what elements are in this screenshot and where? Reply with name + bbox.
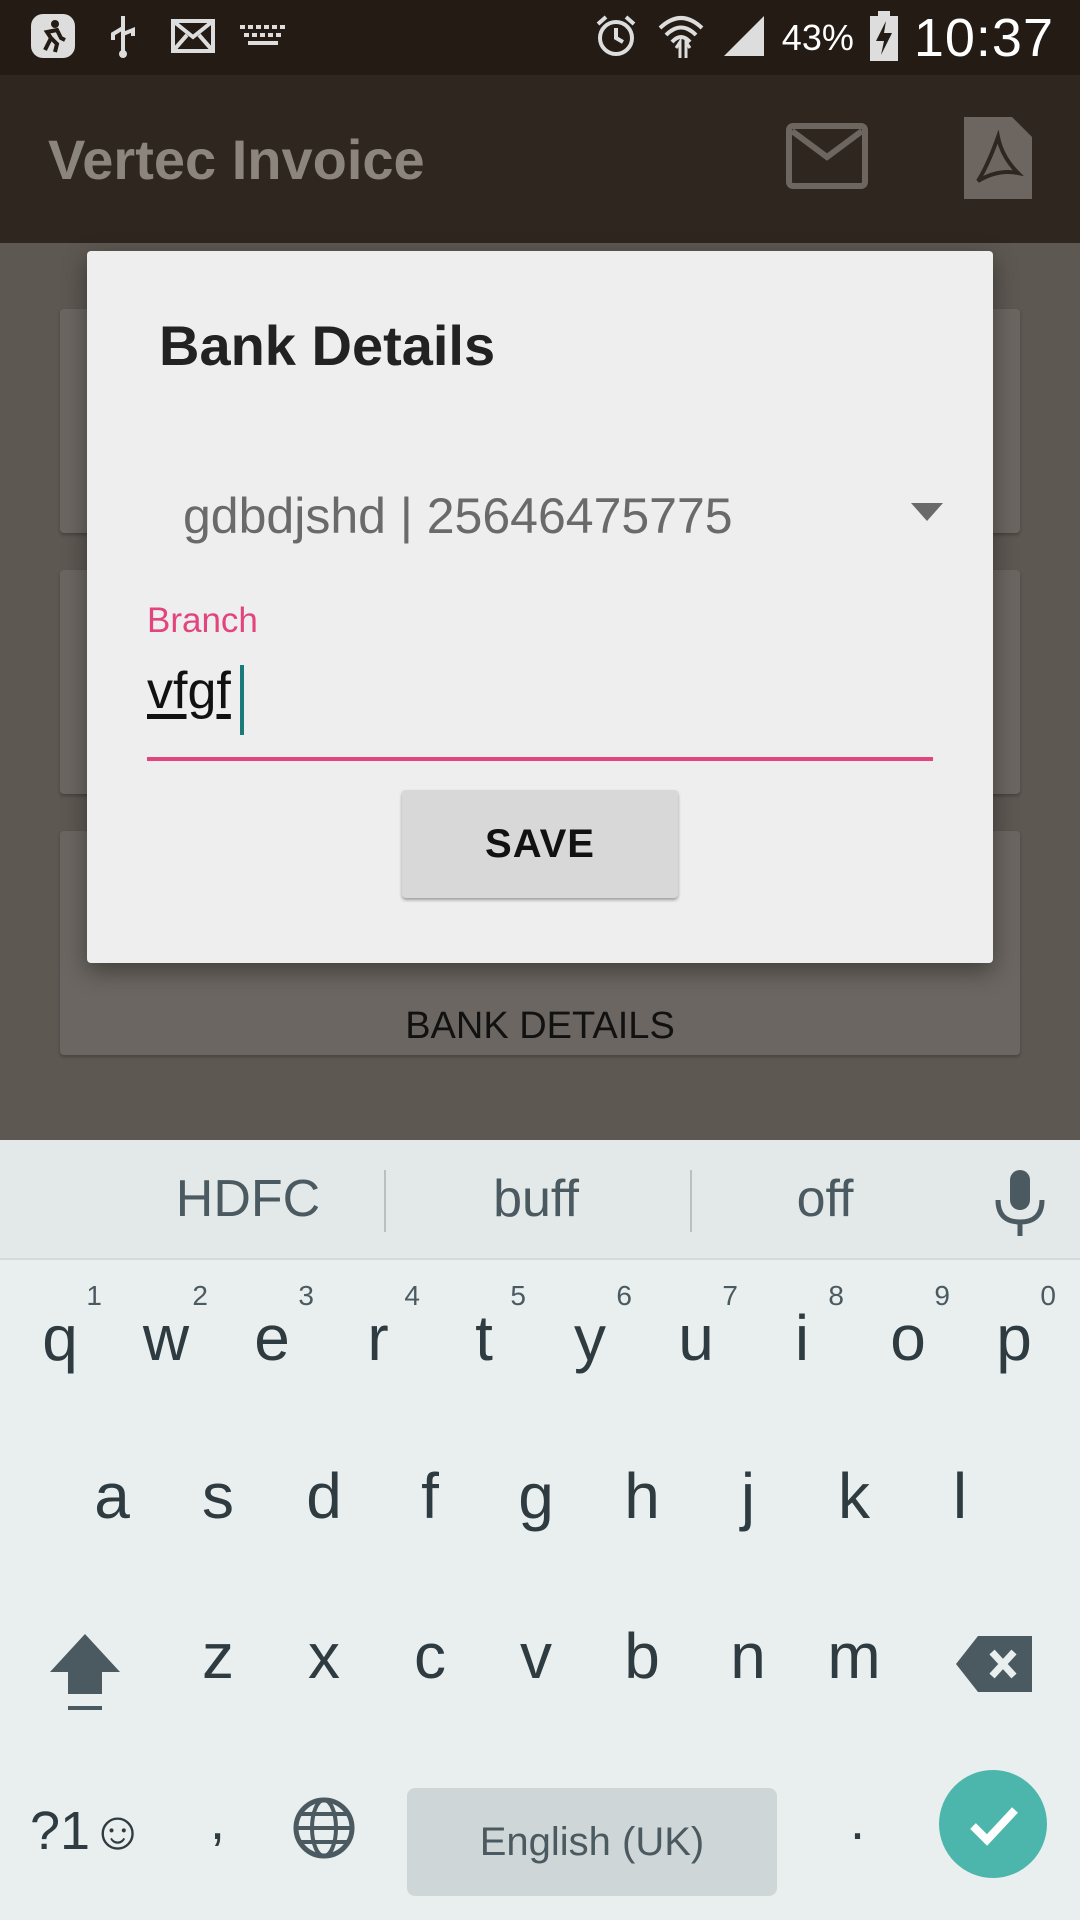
app-title: Vertec Invoice (48, 128, 425, 191)
keyboard-icon (240, 12, 286, 60)
text-cursor (240, 665, 244, 735)
suggestion-strip: HDFC buff off (0, 1140, 1080, 1260)
mic-icon (995, 1170, 1045, 1236)
suggestion-1[interactable]: HDFC (130, 1140, 366, 1258)
key-c[interactable]: c (382, 1576, 478, 1726)
key-t[interactable]: t5 (436, 1258, 532, 1408)
branch-label: Branch (147, 601, 258, 640)
key-v[interactable]: v (488, 1576, 584, 1726)
account-spinner-value: gdbdjshd | 25646475775 (183, 488, 733, 544)
key-a[interactable]: a (64, 1416, 160, 1566)
mail-action-button[interactable] (786, 123, 868, 194)
suggestion-3[interactable]: off (720, 1140, 930, 1258)
space-bar[interactable]: English (UK) (407, 1788, 777, 1896)
key-f[interactable]: f (382, 1416, 478, 1566)
mail-icon (786, 123, 868, 189)
shift-key[interactable] (48, 1632, 122, 1721)
signal-icon (722, 14, 766, 63)
pdf-action-button[interactable] (964, 117, 1032, 204)
key-k[interactable]: k (806, 1416, 902, 1566)
usb-icon (100, 12, 146, 60)
app-bar: Vertec Invoice (0, 75, 1080, 243)
pdf-icon (964, 117, 1032, 199)
key-g[interactable]: g (488, 1416, 584, 1566)
key-e[interactable]: e3 (224, 1258, 320, 1408)
key-q[interactable]: q1 (12, 1258, 108, 1408)
key-m[interactable]: m (806, 1576, 902, 1726)
backspace-icon (956, 1636, 1032, 1692)
comma-key[interactable]: , (210, 1790, 225, 1852)
backspace-key[interactable] (956, 1636, 1032, 1697)
key-d[interactable]: d (276, 1416, 372, 1566)
key-l[interactable]: l (912, 1416, 1008, 1566)
key-j[interactable]: j (700, 1416, 796, 1566)
dropdown-arrow-icon (911, 503, 943, 521)
done-key[interactable] (939, 1770, 1047, 1878)
account-spinner[interactable]: gdbdjshd | 25646475775 (183, 481, 943, 561)
mic-button[interactable] (990, 1168, 1050, 1243)
key-o[interactable]: o9 (860, 1258, 956, 1408)
dialog-title: Bank Details (159, 314, 496, 377)
key-w[interactable]: w2 (118, 1258, 214, 1408)
wifi-icon (656, 12, 706, 65)
period-key[interactable]: . (850, 1790, 865, 1852)
key-u[interactable]: u7 (648, 1258, 744, 1408)
globe-icon (293, 1797, 355, 1859)
shift-arrow-icon (50, 1634, 120, 1710)
suggestion-divider (384, 1170, 386, 1232)
key-r[interactable]: r4 (330, 1258, 426, 1408)
battery-percent: 43% (781, 17, 854, 58)
key-n[interactable]: n (700, 1576, 796, 1726)
alarm-icon (592, 12, 640, 65)
status-bar: 43% 10:37 (0, 0, 1080, 75)
status-time: 10:37 (913, 8, 1054, 68)
suggestion-2[interactable]: buff (400, 1140, 672, 1258)
key-p[interactable]: p0 (966, 1258, 1062, 1408)
branch-input-value: vfgf (147, 662, 231, 720)
checkmark-icon (970, 1807, 1018, 1846)
fitness-icon (30, 12, 76, 60)
key-z[interactable]: z (170, 1576, 266, 1726)
language-key[interactable] (292, 1796, 356, 1865)
mail-icon (170, 12, 216, 60)
input-underline (147, 757, 933, 761)
key-s[interactable]: s (170, 1416, 266, 1566)
bank-details-dialog: Bank Details gdbdjshd | 25646475775 Bran… (87, 251, 993, 963)
key-y[interactable]: y6 (542, 1258, 638, 1408)
suggestion-divider (690, 1170, 692, 1232)
soft-keyboard: HDFC buff off q1 w2 e3 r4 t5 y6 u7 i8 o9… (0, 1140, 1080, 1920)
bank-details-label: BANK DETAILS (405, 1005, 675, 1047)
key-x[interactable]: x (276, 1576, 372, 1726)
key-h[interactable]: h (594, 1416, 690, 1566)
battery-charging-icon (869, 10, 898, 66)
save-button[interactable]: SAVE (402, 790, 678, 898)
branch-input[interactable]: vfgf (147, 661, 933, 761)
key-i[interactable]: i8 (754, 1258, 850, 1408)
key-b[interactable]: b (594, 1576, 690, 1726)
symbols-key[interactable]: ?1☺ (30, 1800, 145, 1862)
